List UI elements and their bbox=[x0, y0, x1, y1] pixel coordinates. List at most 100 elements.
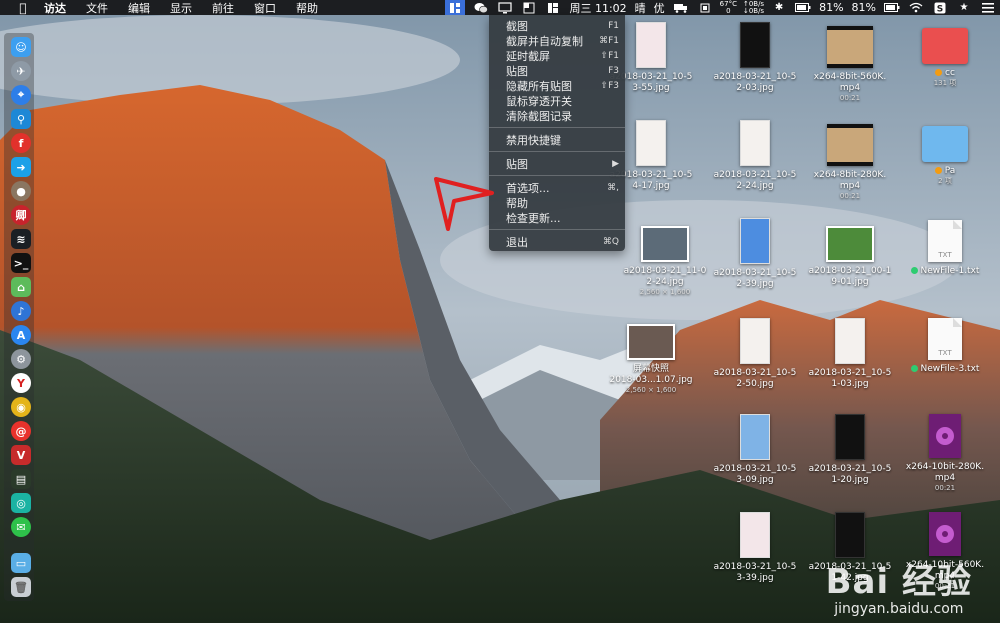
file-name: a2018-03-21_10-5 bbox=[713, 464, 797, 474]
video-thumbnail bbox=[827, 124, 873, 166]
desktop-file-icon[interactable]: 屏幕快照 2018-03...1.07.jpg 2,560 × 1,600 bbox=[604, 324, 698, 395]
desktop-video-icon[interactable]: x264-8bit-280K. mp4 00:21 bbox=[803, 124, 897, 201]
network-speed-readout[interactable]: ↑0B/s ↓0B/s bbox=[742, 0, 765, 15]
migration-arrow-icon[interactable]: ➜ bbox=[11, 157, 31, 177]
app-store-icon[interactable]: A bbox=[11, 325, 31, 345]
chrome-icon[interactable]: ◉ bbox=[11, 397, 31, 417]
menu-item-label: 截屏并自动复制 bbox=[506, 34, 583, 48]
menu-item-clear-history[interactable]: 清除截图记录 bbox=[489, 108, 625, 123]
truck-status-icon[interactable] bbox=[673, 2, 689, 14]
file-name: a2018-03-21_10-5 bbox=[713, 562, 797, 572]
power-text[interactable]: 优 bbox=[654, 0, 665, 16]
weather-text[interactable]: 晴 bbox=[635, 0, 646, 16]
screenshot-app-status-icon[interactable] bbox=[445, 0, 466, 15]
txt-label: TXT bbox=[938, 251, 952, 259]
apple-menu-icon[interactable]:  bbox=[16, 1, 30, 15]
desktop-folder-icon[interactable]: Pa 2 项 bbox=[898, 126, 992, 186]
grid-layout-icon[interactable] bbox=[545, 2, 561, 14]
txt-label: TXT bbox=[938, 349, 952, 357]
desktop-file-icon[interactable]: a2018-03-21_10-5 2-39.jpg bbox=[708, 218, 802, 290]
file-name: a2018-03-21_10-5 bbox=[713, 268, 797, 278]
menu-item-label: 检查更新... bbox=[506, 211, 561, 225]
red-app-icon[interactable]: f bbox=[11, 133, 31, 153]
terminal-icon[interactable]: >_ bbox=[11, 253, 31, 273]
yuque-app-icon[interactable]: 卿 bbox=[11, 205, 31, 225]
downloads-folder-icon[interactable]: ▭ bbox=[11, 553, 31, 573]
bluetooth-icon[interactable]: ✱ bbox=[771, 2, 787, 14]
star-icon[interactable]: ★ bbox=[956, 2, 972, 14]
menu-item-screenshot[interactable]: 截图 F1 bbox=[489, 18, 625, 33]
menu-item-check-updates[interactable]: 检查更新... bbox=[489, 210, 625, 225]
siri-microphone-icon[interactable]: ♪ bbox=[11, 301, 31, 321]
s-app-icon[interactable]: S bbox=[932, 2, 948, 14]
menu-item-pin[interactable]: 贴图 F3 bbox=[489, 63, 625, 78]
menu-item-disable-shortcuts[interactable]: 禁用快捷键 bbox=[489, 132, 625, 147]
menu-help[interactable]: 帮助 bbox=[296, 0, 318, 16]
desktop-file-icon[interactable]: a2018-03-21_10-5 2-03.jpg bbox=[708, 22, 802, 94]
image-thumbnail bbox=[636, 120, 666, 166]
maps-icon[interactable]: ⌂ bbox=[11, 277, 31, 297]
cpu-status-icon[interactable] bbox=[697, 2, 713, 14]
desktop-file-icon[interactable]: a2018-03-21_10-5 2-50.jpg bbox=[708, 318, 802, 390]
window-layout-icon[interactable] bbox=[521, 2, 537, 14]
safari-icon[interactable]: ⌖ bbox=[11, 85, 31, 105]
desktop-file-icon[interactable]: a2018-03-21_00-1 9-01.jpg bbox=[803, 226, 897, 288]
menu-go[interactable]: 前往 bbox=[212, 0, 234, 16]
desktop-video-icon[interactable]: x264-10bit-280K. mp4 00:21 bbox=[898, 414, 992, 493]
launchpad-icon[interactable]: ✈ bbox=[11, 61, 31, 81]
menu-item-delayed-screenshot[interactable]: 延时截屏 ⇧F1 bbox=[489, 48, 625, 63]
clock-datetime[interactable]: 周三 11:02 bbox=[569, 0, 626, 16]
desktop-folder-icon[interactable]: cc 131 项 bbox=[898, 28, 992, 88]
menu-item-screenshot-copy[interactable]: 截屏并自动复制 ⌘F1 bbox=[489, 33, 625, 48]
wifi-icon[interactable] bbox=[908, 2, 924, 14]
photo-app-icon[interactable]: ● bbox=[11, 181, 31, 201]
desktop-file-icon[interactable]: a2018-03-21_10-5 3-09.jpg bbox=[708, 414, 802, 486]
menu-app-name[interactable]: 访达 bbox=[44, 0, 66, 16]
desktop-file-icon[interactable]: a2018-03-21_10-5 2-24.jpg bbox=[708, 120, 802, 192]
menu-edit[interactable]: 编辑 bbox=[128, 0, 150, 16]
file-name: a2018-03-21_10-5 bbox=[808, 368, 892, 378]
desktop-text-file-icon[interactable]: TXT NewFile-1.txt bbox=[898, 220, 992, 277]
contacts-search-icon[interactable]: ⚲ bbox=[11, 109, 31, 129]
file-name-line2: 3-09.jpg bbox=[736, 475, 774, 485]
file-name-line2: 2-39.jpg bbox=[736, 279, 774, 289]
menu-item-preferences[interactable]: 首选项... ⌘, bbox=[489, 180, 625, 195]
cpu-temp-readout[interactable]: 67°C 0 bbox=[720, 0, 737, 15]
desktop-text-file-icon[interactable]: TXT NewFile-3.txt bbox=[898, 318, 992, 375]
svg-text:S: S bbox=[937, 4, 943, 14]
wechat-icon[interactable]: ✉ bbox=[11, 517, 31, 537]
finder-icon[interactable]: ☺ bbox=[11, 37, 31, 57]
desktop-file-icon[interactable]: a2018-03-21_10-5 1-03.jpg bbox=[803, 318, 897, 390]
vivaldi-icon[interactable]: V bbox=[11, 445, 31, 465]
menu-item-help[interactable]: 帮助 bbox=[489, 195, 625, 210]
netease-music-icon[interactable]: @ bbox=[11, 421, 31, 441]
desktop-file-icon[interactable]: a2018-03-21_11-0 2-24.jpg 2,560 × 1,600 bbox=[618, 226, 712, 297]
screenshot-tool-icon[interactable]: ◎ bbox=[11, 493, 31, 513]
wechat-status-icon[interactable] bbox=[473, 2, 489, 14]
txt-document-icon: TXT bbox=[928, 318, 962, 360]
menu-view[interactable]: 显示 bbox=[170, 0, 192, 16]
display-status-icon[interactable] bbox=[497, 1, 513, 14]
trash-icon[interactable]: 🗑 bbox=[11, 577, 31, 597]
menu-item-shortcut: ⌘Q bbox=[602, 236, 619, 247]
menu-window[interactable]: 窗口 bbox=[254, 0, 276, 16]
menu-file[interactable]: 文件 bbox=[86, 0, 108, 16]
net-down: ↓0B/s bbox=[742, 6, 765, 15]
battery-percent-1[interactable]: 81% bbox=[819, 1, 843, 14]
menu-item-mouse-passthrough[interactable]: 鼠标穿透开关 bbox=[489, 93, 625, 108]
notification-center-icon[interactable] bbox=[980, 2, 996, 14]
yandex-browser-icon[interactable]: Y bbox=[11, 373, 31, 393]
menu-item-hide-pins[interactable]: 隐藏所有贴图 ⇧F3 bbox=[489, 78, 625, 93]
console-icon[interactable]: ▤ bbox=[11, 469, 31, 489]
desktop-file-icon[interactable]: a2018-03-21_10-5 1-20.jpg bbox=[803, 414, 897, 486]
battery-icon[interactable] bbox=[795, 2, 811, 14]
desktop-video-icon[interactable]: x264-8bit-560K. mp4 00:21 bbox=[803, 26, 897, 103]
file-name: 屏幕快照 bbox=[632, 364, 669, 374]
battery-percent-2[interactable]: 81% bbox=[852, 1, 876, 14]
battery-icon-2[interactable] bbox=[884, 2, 900, 14]
menu-item-quit[interactable]: 退出 ⌘Q bbox=[489, 234, 625, 249]
activity-monitor-icon[interactable]: ≋ bbox=[11, 229, 31, 249]
system-preferences-icon[interactable]: ⚙ bbox=[11, 349, 31, 369]
menu-item-pin-submenu[interactable]: 贴图 ▶ bbox=[489, 156, 625, 171]
desktop-file-icon[interactable]: a2018-03-21_10-5 3-39.jpg bbox=[708, 512, 802, 584]
